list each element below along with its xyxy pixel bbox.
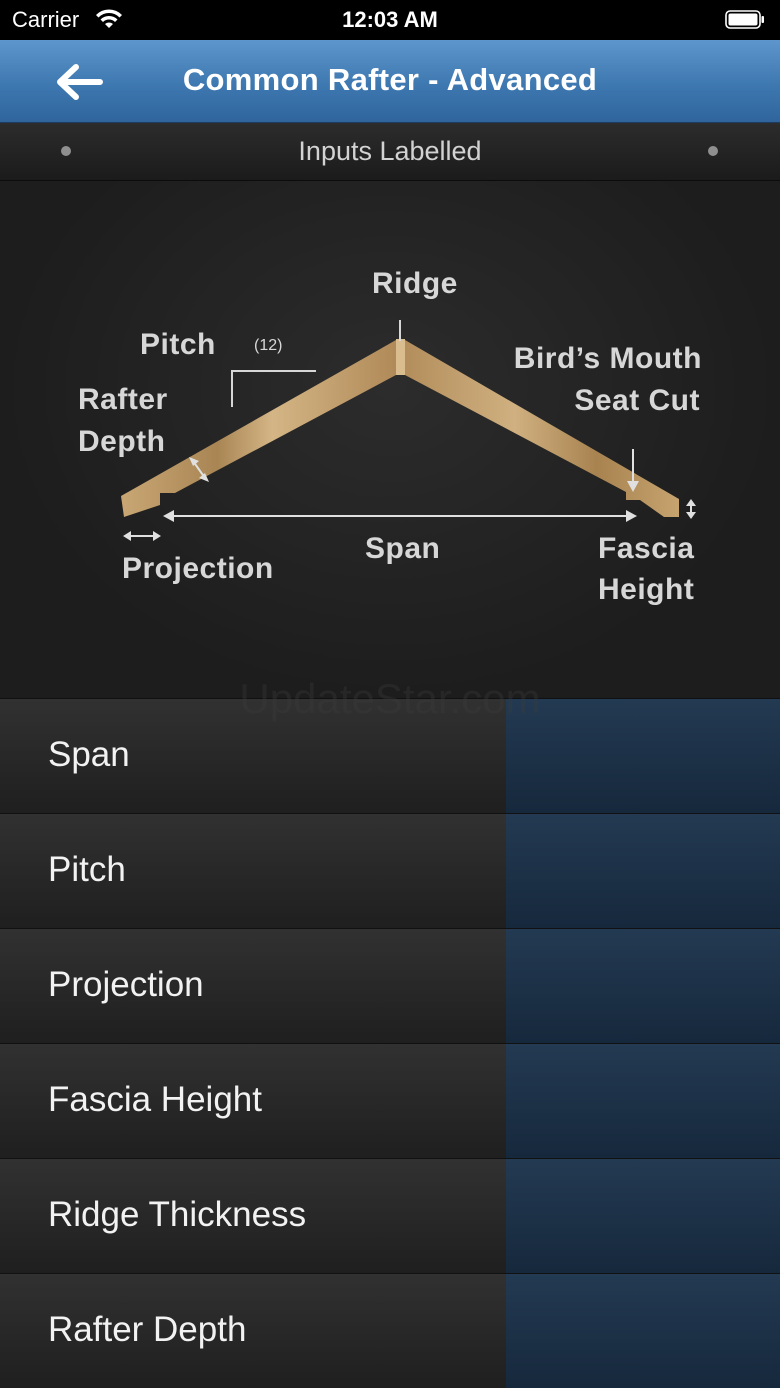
clock: 12:03 AM: [342, 7, 438, 32]
fascia-height-input-label: Fascia Height: [48, 1080, 262, 1119]
input-row-pitch: Pitch: [0, 813, 780, 928]
input-label-cell: Rafter Depth: [0, 1274, 506, 1388]
pitch-input-field[interactable]: [506, 814, 780, 928]
pitch-label: Pitch: [140, 328, 216, 361]
ridge-label: Ridge: [372, 267, 458, 300]
span-input-label: Span: [48, 735, 130, 774]
ridge-board: [396, 339, 405, 375]
input-row-span: Span: [0, 698, 780, 813]
rafter-depth-input-label: Rafter Depth: [48, 1310, 247, 1349]
battery-icon: [725, 10, 764, 29]
pitch-run-label: (12): [254, 337, 283, 354]
input-label-cell: Projection: [0, 929, 506, 1043]
input-row-projection: Projection: [0, 928, 780, 1043]
span-label: Span: [365, 532, 441, 565]
ridge-thickness-input-field[interactable]: [506, 1159, 780, 1273]
span-input-field[interactable]: [506, 699, 780, 813]
navigation-bar: Common Rafter - Advanced: [0, 40, 780, 123]
page-dot-right[interactable]: [708, 146, 718, 156]
fascia-label-line2: Height: [598, 573, 695, 606]
page-title: Common Rafter - Advanced: [182, 62, 598, 97]
fascia-label-line1: Fascia: [598, 532, 695, 565]
birds-mouth-label-line2: Seat Cut: [574, 384, 700, 417]
rafter-diagram: Ridge Pitch (12) Rafter Depth Bird’s Mou…: [0, 181, 780, 697]
status-bar: Carrier 12:03 AM: [0, 0, 780, 40]
input-row-rafter-depth: Rafter Depth: [0, 1273, 780, 1388]
fascia-height-input-field[interactable]: [506, 1044, 780, 1158]
rafter-depth-label-line1: Rafter: [78, 383, 168, 416]
input-label-cell: Fascia Height: [0, 1044, 506, 1158]
page-indicator-label: Inputs Labelled: [298, 136, 482, 166]
ridge-thickness-input-label: Ridge Thickness: [48, 1195, 307, 1234]
page-indicator-bar[interactable]: Inputs Labelled: [0, 123, 780, 181]
rafter-depth-label-line2: Depth: [78, 425, 166, 458]
pitch-input-label: Pitch: [48, 850, 126, 889]
input-label-cell: Pitch: [0, 814, 506, 928]
projection-input-label: Projection: [48, 965, 204, 1004]
input-row-fascia-height: Fascia Height: [0, 1043, 780, 1158]
input-label-cell: Ridge Thickness: [0, 1159, 506, 1273]
input-label-cell: Span: [0, 699, 506, 813]
projection-label: Projection: [122, 552, 274, 585]
input-list: Span Pitch Projection Fascia Height Ridg…: [0, 698, 780, 1388]
input-row-ridge-thickness: Ridge Thickness: [0, 1158, 780, 1273]
birds-mouth-label-line1: Bird’s Mouth: [513, 342, 702, 375]
projection-input-field[interactable]: [506, 929, 780, 1043]
rafter-depth-input-field[interactable]: [506, 1274, 780, 1388]
